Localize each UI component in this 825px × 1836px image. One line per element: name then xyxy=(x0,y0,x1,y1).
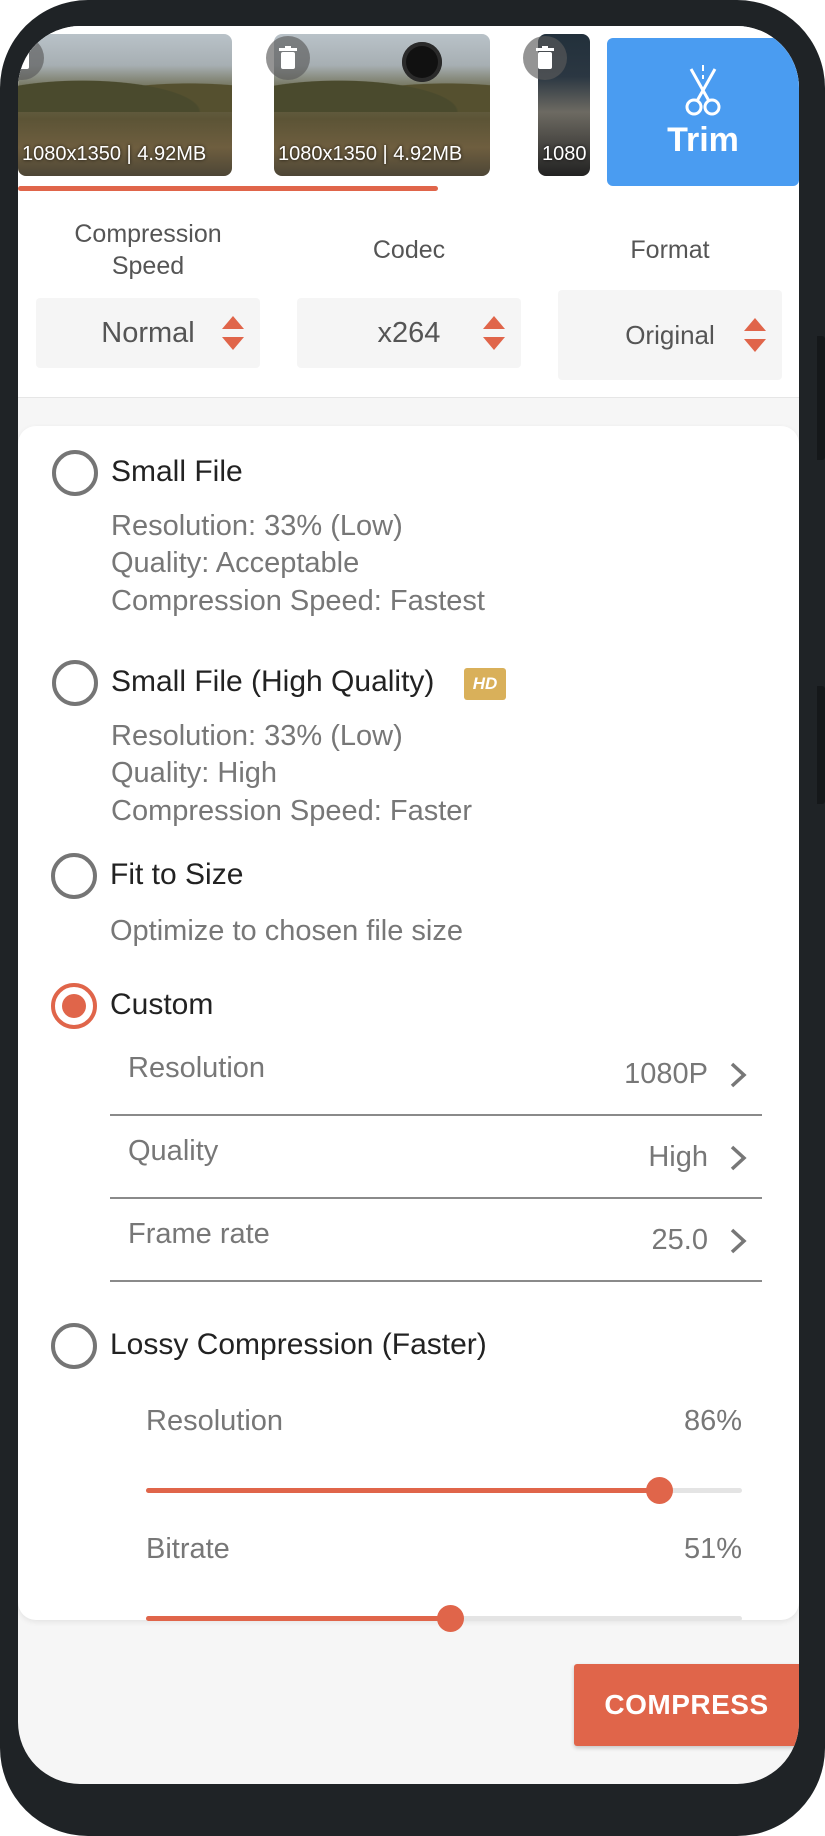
row-key: Quality xyxy=(128,1135,219,1167)
lossy-resolution-label: Resolution xyxy=(146,1405,284,1437)
small-file-quality: Quality: Acceptable xyxy=(111,547,360,579)
app-screen: 1080x1350 | 4.92MB 1080x1350 | 4.92MB 10… xyxy=(18,26,799,1784)
small-file-hq-speed: Compression Speed: Faster xyxy=(111,795,473,827)
lossy-resolution-value: 86% xyxy=(683,1405,742,1437)
custom-resolution-row[interactable]: Resolution 1080P xyxy=(110,1034,762,1116)
small-file-hq-radio[interactable] xyxy=(52,660,98,706)
row-value: 1080P xyxy=(624,1058,708,1090)
slider-thumb[interactable] xyxy=(645,1477,673,1504)
delete-icon[interactable] xyxy=(266,36,310,80)
row-key: Resolution xyxy=(128,1052,266,1084)
fit-to-size-title[interactable]: Fit to Size xyxy=(110,858,243,892)
compression-speed-value: Normal xyxy=(101,316,195,349)
lossy-bitrate-value: 51% xyxy=(683,1533,742,1565)
compression-speed-selector: Compression Speed Normal xyxy=(36,208,260,368)
volume-button xyxy=(817,336,825,460)
custom-frame-rate-row[interactable]: Frame rate 25.0 xyxy=(110,1200,762,1282)
custom-title[interactable]: Custom xyxy=(110,988,213,1022)
format-value: Original xyxy=(625,319,715,350)
video-thumbnail[interactable]: 1080x1350 | 4.92MB xyxy=(18,34,232,176)
fit-to-size-desc: Optimize to chosen file size xyxy=(110,915,463,947)
thumbnail-info: 1080 xyxy=(542,143,587,165)
resolution-slider[interactable] xyxy=(146,1477,742,1504)
slider-fill xyxy=(146,1616,450,1621)
format-selector: Format Original xyxy=(558,208,782,380)
format-title: Format xyxy=(630,236,710,264)
codec-title: Codec xyxy=(372,236,446,264)
compress-button[interactable]: COMPRESS xyxy=(574,1664,799,1746)
sort-arrows-icon xyxy=(483,316,505,350)
bitrate-slider[interactable] xyxy=(146,1605,742,1632)
slider-thumb[interactable] xyxy=(436,1605,464,1632)
compression-options-card: Small File Resolution: 33% (Low) Quality… xyxy=(18,426,799,1632)
small-file-hq-title[interactable]: Small File (High Quality) xyxy=(111,665,434,699)
codec-value: x264 xyxy=(377,316,441,349)
sort-arrows-icon xyxy=(744,318,766,352)
compression-speed-title: Compression Speed xyxy=(74,220,222,280)
small-file-resolution: Resolution: 33% (Low) xyxy=(111,510,403,542)
thumbnail-info: 1080x1350 | 4.92MB xyxy=(278,143,463,165)
chevron-right-icon xyxy=(730,1145,747,1171)
row-value: High xyxy=(648,1141,708,1173)
thumbnail-info: 1080x1350 | 4.92MB xyxy=(22,143,207,165)
compression-speed-dropdown[interactable]: Normal xyxy=(36,298,260,368)
settings-selectors: Compression Speed Normal Codec x264 Form… xyxy=(18,208,799,398)
format-dropdown[interactable]: Original xyxy=(558,290,782,380)
small-file-speed: Compression Speed: Fastest xyxy=(111,585,485,617)
thumbnail-scroll-indicator xyxy=(18,186,438,191)
small-file-title[interactable]: Small File xyxy=(111,455,243,489)
row-key: Frame rate xyxy=(128,1218,270,1250)
power-button xyxy=(817,686,825,804)
codec-dropdown[interactable]: x264 xyxy=(297,298,521,368)
hd-badge: HD xyxy=(464,668,506,700)
codec-selector: Codec x264 xyxy=(297,208,521,368)
small-file-hq-resolution: Resolution: 33% (Low) xyxy=(111,720,403,752)
lossy-title[interactable]: Lossy Compression (Faster) xyxy=(110,1328,487,1362)
slider-fill xyxy=(146,1488,659,1493)
sort-arrows-icon xyxy=(222,316,244,350)
small-file-hq-quality: Quality: High xyxy=(111,757,278,789)
lossy-radio[interactable] xyxy=(51,1323,97,1369)
chevron-right-icon xyxy=(730,1228,747,1254)
chevron-right-icon xyxy=(730,1062,747,1088)
small-file-radio[interactable] xyxy=(52,450,98,496)
thumbnail-strip[interactable]: 1080x1350 | 4.92MB 1080x1350 | 4.92MB 10… xyxy=(18,26,799,208)
trim-label: Trim xyxy=(667,120,739,159)
delete-icon[interactable] xyxy=(523,36,567,80)
custom-radio[interactable] xyxy=(51,983,97,1029)
row-value: 25.0 xyxy=(651,1224,708,1256)
front-camera xyxy=(402,42,442,82)
lossy-bitrate-label: Bitrate xyxy=(146,1533,230,1565)
fit-to-size-radio[interactable] xyxy=(51,853,97,899)
custom-quality-row[interactable]: Quality High xyxy=(110,1117,762,1199)
trim-button[interactable]: Trim xyxy=(607,38,799,186)
scissors-icon xyxy=(685,64,721,115)
